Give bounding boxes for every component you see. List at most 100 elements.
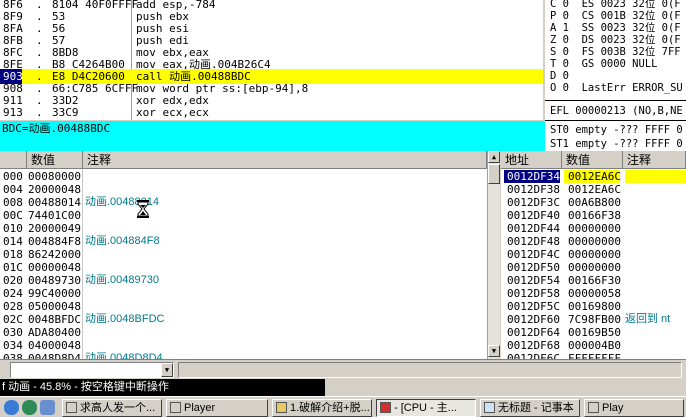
taskbar-button[interactable]: 1.破解介绍+脱...: [272, 399, 372, 417]
dump-comment: 动画.00489730: [85, 274, 159, 286]
stack-value: 000004B0: [568, 339, 621, 352]
dump-value: 004884F8: [28, 235, 81, 248]
photoshop-icon[interactable]: [40, 400, 55, 415]
stack-row[interactable]: 0012DF44 00000000: [501, 222, 686, 235]
stack-row[interactable]: 0012DF68 000004B0: [501, 339, 686, 352]
stack-address: 0012DF3C: [507, 196, 560, 209]
dump-comment: 动画.0048D8D4: [85, 352, 163, 359]
dump-row[interactable]: 02C 0048BFDC 动画.0048BFDC: [0, 313, 486, 326]
taskbar-button[interactable]: 求高人发一个...: [62, 399, 162, 417]
stack-address: 0012DF60: [507, 313, 560, 326]
dump-header-comment[interactable]: 注释: [83, 151, 487, 169]
stack-value: 00169800: [568, 300, 621, 313]
disassembly-pane[interactable]: 8F6. 8104 40F0FFFF add esp,-784 8F9. 53 push …: [0, 0, 543, 120]
dump-header-address[interactable]: [0, 151, 27, 169]
folder-icon: [276, 402, 287, 413]
taskbar-button[interactable]: 无标题 - 记事本: [480, 399, 580, 417]
scroll-down-arrow-icon[interactable]: ▼: [488, 345, 500, 357]
taskbar-button-label: 1.破解介绍+脱...: [290, 402, 370, 414]
stack-row[interactable]: 0012DF48 00000000: [501, 235, 686, 248]
stack-value: 00000000: [568, 261, 621, 274]
dump-scrollbar[interactable]: ▲ ▼: [487, 151, 500, 359]
stack-value: 0012EA6C: [564, 170, 621, 183]
dump-row[interactable]: 038 0048D8D4 动画.0048D8D4: [0, 352, 486, 359]
command-output-field: [178, 362, 682, 378]
dump-row[interactable]: 024 99C40000: [0, 287, 486, 300]
stack-header-comment[interactable]: 注释: [623, 151, 686, 169]
taskbar-button[interactable]: Play: [584, 399, 684, 417]
scroll-thumb[interactable]: [488, 164, 500, 184]
dump-row[interactable]: 000 00080000: [0, 170, 486, 183]
disasm-instruction: xor ecx,ecx: [136, 106, 209, 119]
stack-address: 0012DF34: [504, 170, 560, 183]
taskbar-button-label: 无标题 - 记事本: [498, 402, 574, 414]
register-separator: [545, 120, 686, 121]
dump-row[interactable]: 034 04000048: [0, 339, 486, 352]
browser-icon[interactable]: [4, 400, 19, 415]
command-bar: ▼: [0, 359, 686, 379]
dump-row[interactable]: 01C 00000048: [0, 261, 486, 274]
command-input[interactable]: [10, 362, 174, 378]
register-line[interactable]: ST1 empty -??? FFFF 0: [550, 137, 683, 151]
taskbar-button-active[interactable]: - [CPU - 主...: [376, 399, 476, 417]
stack-address: 0012DF38: [507, 183, 560, 196]
stack-row[interactable]: 0012DF64 00169B50: [501, 326, 686, 339]
register-line[interactable]: ST0 empty -??? FFFF 0: [550, 123, 683, 137]
dump-row[interactable]: 030 ADA80400: [0, 326, 486, 339]
disasm-address: 913: [3, 106, 23, 119]
stack-row[interactable]: 0012DF60 7C98FB00 返回到 nt: [501, 313, 686, 326]
stack-row[interactable]: 0012DF58 00000058: [501, 287, 686, 300]
stack-row-selected[interactable]: 0012DF34 0012EA6C: [501, 170, 686, 183]
dump-value: 86242000: [28, 248, 81, 261]
notepad-icon: [484, 402, 495, 413]
stack-address: 0012DF64: [507, 326, 560, 339]
stack-header-address[interactable]: 地址: [501, 151, 562, 169]
selection-highlight: [625, 170, 686, 183]
disasm-row[interactable]: 913. 33C9 xor ecx,ecx: [0, 105, 543, 120]
memory-dump-pane[interactable]: 数值 注释 000 00080000 004 20000048 008 00488014 动…: [0, 151, 499, 359]
stack-row[interactable]: 0012DF50 00000000: [501, 261, 686, 274]
stack-row[interactable]: 0012DF4C 00000000: [501, 248, 686, 261]
dump-value: 0048D8D4: [28, 352, 81, 359]
command-dropdown-arrow-icon[interactable]: ▼: [161, 363, 173, 377]
stack-pane[interactable]: 地址 数值 注释 0012DF34 0012EA6C 0012DF38 0012EA6…: [501, 151, 686, 359]
stack-header-value[interactable]: 数值: [562, 151, 623, 169]
dump-value: 99C40000: [28, 287, 81, 300]
stack-value: 00A6B800: [568, 196, 621, 209]
dump-row[interactable]: 008 00488014 动画.00488014: [0, 196, 486, 209]
dump-row[interactable]: 00C 74401C00: [0, 209, 486, 222]
stack-row[interactable]: 0012DF40 00166F38: [501, 209, 686, 222]
stack-row[interactable]: 0012DF54 00166F30: [501, 274, 686, 287]
stack-row[interactable]: 0012DF5C 00169800: [501, 300, 686, 313]
registers-pane[interactable]: C 0 ES 0023 32位 0(F P 0 CS 001B 32位 0(F A …: [545, 0, 686, 151]
dump-address: 014: [3, 235, 23, 248]
dump-address: 034: [3, 339, 23, 352]
status-bar-empty: [325, 379, 686, 396]
dump-header-value[interactable]: 数值: [27, 151, 83, 169]
dump-row[interactable]: 020 00489730 动画.00489730: [0, 274, 486, 287]
taskbar-button-label: - [CPU - 主...: [394, 402, 457, 414]
ie-icon[interactable]: [22, 400, 37, 415]
taskbar-button-label: Player: [184, 402, 216, 414]
dump-row[interactable]: 018 86242000: [0, 248, 486, 261]
stack-row[interactable]: 0012DF3C 00A6B800: [501, 196, 686, 209]
dump-address: 030: [3, 326, 23, 339]
dump-row[interactable]: 010 20000049: [0, 222, 486, 235]
dump-row[interactable]: 014 004884F8 动画.004884F8: [0, 235, 486, 248]
stack-row[interactable]: 0012DF6C FFFFFFFF: [501, 352, 686, 359]
dump-row[interactable]: 004 20000048: [0, 183, 486, 196]
dump-row[interactable]: 028 05000048: [0, 300, 486, 313]
window-icon: [170, 402, 181, 413]
stack-row[interactable]: 0012DF38 0012EA6C: [501, 183, 686, 196]
debugger-icon: [380, 402, 391, 413]
register-line[interactable]: EFL 00000213 (NO,B,NE: [550, 104, 683, 118]
scroll-up-arrow-icon[interactable]: ▲: [488, 151, 500, 163]
register-line[interactable]: O 0 LastErr ERROR_SU: [550, 81, 683, 95]
disasm-hex-bytes: 33C9: [52, 106, 79, 119]
dump-address: 010: [3, 222, 23, 235]
dump-address: 024: [3, 287, 23, 300]
taskbar-button[interactable]: Player: [166, 399, 268, 417]
stack-comment: 返回到 nt: [625, 313, 671, 325]
taskbar-button-label: Play: [602, 402, 624, 414]
stack-value: 00166F38: [568, 209, 621, 222]
